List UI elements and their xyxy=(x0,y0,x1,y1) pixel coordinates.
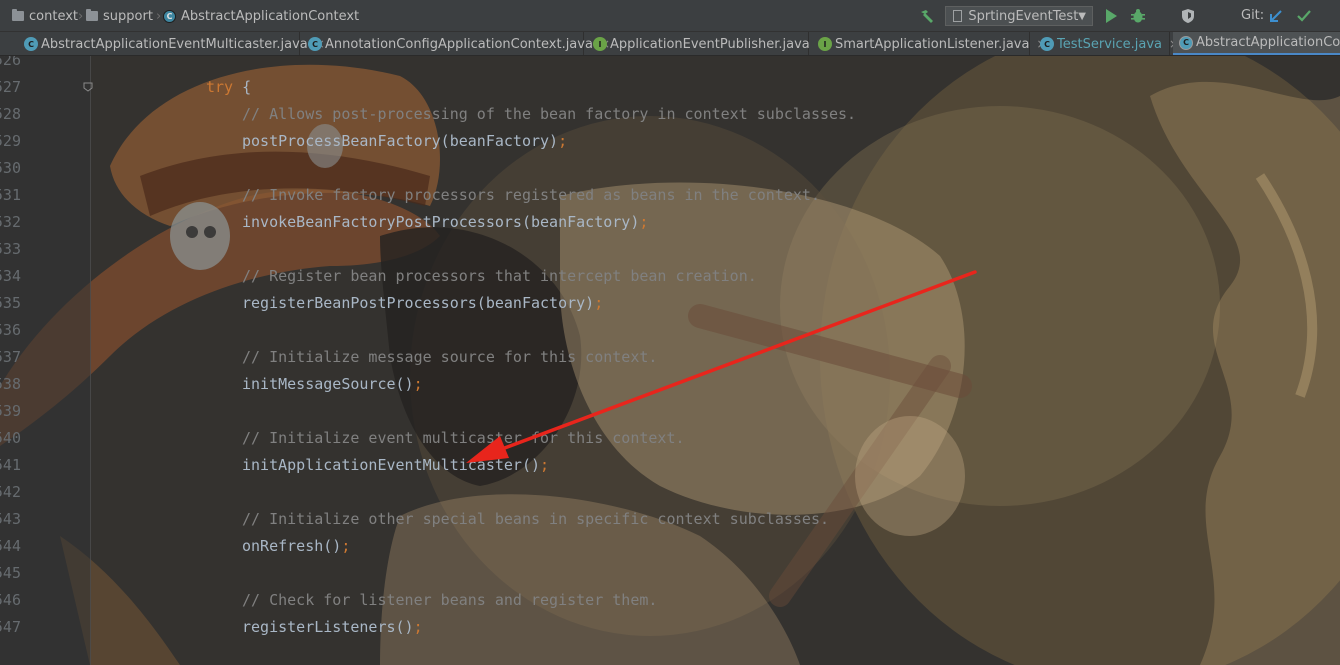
build-hammer-icon[interactable] xyxy=(918,8,936,24)
tab-abstractapplicationeventmulticaster[interactable]: C AbstractApplicationEventMulticaster.ja… xyxy=(18,32,325,55)
git-label: Git: xyxy=(1241,8,1265,23)
code-editor[interactable]: 526 527 528 529 530 531 532 533 534 535 … xyxy=(0,56,1340,665)
line-number: 538 xyxy=(0,375,21,393)
line-number: 526 xyxy=(0,56,21,69)
folder-icon xyxy=(86,9,98,21)
tab-annotationconfigapplicationcontext[interactable]: C AnnotationConfigApplicationContext.jav… xyxy=(302,32,610,55)
breadcrumb-label: AbstractApplicationContext xyxy=(181,8,360,24)
semicolon: ; xyxy=(594,294,604,312)
breadcrumb-context[interactable]: context xyxy=(12,0,78,32)
code-statement[interactable]: postProcessBeanFactory(beanFactory); xyxy=(242,128,567,155)
git-commit-check-icon[interactable] xyxy=(1296,8,1312,24)
breadcrumb-label: support xyxy=(103,8,153,24)
code-comment[interactable]: // Invoke factory processors registered … xyxy=(242,182,820,209)
code-statement[interactable]: onRefresh(); xyxy=(242,533,350,560)
navigation-bar: context › support › C AbstractApplicatio… xyxy=(0,0,1340,32)
method-call: registerBeanPostProcessors(beanFactory) xyxy=(242,294,595,312)
tab-label: AnnotationConfigApplicationContext.java xyxy=(325,36,593,52)
run-config-label: SprtingEventTest xyxy=(968,8,1079,24)
editor-background-image xyxy=(0,56,1340,665)
code-comment[interactable]: // Check for listener beans and register… xyxy=(242,587,657,614)
method-call: initMessageSource() xyxy=(242,375,414,393)
interface-icon: I xyxy=(818,37,832,51)
class-icon: C xyxy=(24,37,38,51)
semicolon: ; xyxy=(558,132,568,150)
semicolon: ; xyxy=(413,618,423,636)
code-comment[interactable]: // Register bean processors that interce… xyxy=(242,263,757,290)
line-number: 536 xyxy=(0,321,21,339)
class-icon: C xyxy=(1179,35,1193,50)
line-number: 539 xyxy=(0,402,21,420)
method-call: registerListeners() xyxy=(242,618,414,636)
code-line-try[interactable]: try { xyxy=(206,74,251,101)
line-number: 547 xyxy=(0,618,21,636)
line-number: 527 xyxy=(0,78,21,96)
tab-label: ApplicationEventPublisher.java xyxy=(610,36,810,52)
semicolon: ; xyxy=(540,456,550,474)
code-comment[interactable]: // Initialize other special beans in spe… xyxy=(242,506,829,533)
line-number: 540 xyxy=(0,429,21,447)
semicolon: ; xyxy=(413,375,423,393)
breadcrumb-abstractapplicationcontext[interactable]: C AbstractApplicationContext xyxy=(163,0,359,32)
tab-testservice[interactable]: C TestService.java × xyxy=(1034,32,1179,55)
dropdown-arrow-icon: ▼ xyxy=(1078,10,1086,22)
method-call: invokeBeanFactoryPostProcessors(beanFact… xyxy=(242,213,640,231)
code-statement[interactable]: registerListeners(); xyxy=(242,614,423,641)
semicolon: ; xyxy=(341,537,351,555)
coverage-shield-icon[interactable] xyxy=(1180,8,1196,24)
line-number: 529 xyxy=(0,132,21,150)
code-comment[interactable]: // Initialize message source for this co… xyxy=(242,344,657,371)
method-call: postProcessBeanFactory(beanFactory) xyxy=(242,132,559,150)
run-icon[interactable] xyxy=(1106,9,1117,23)
open-brace: { xyxy=(233,78,252,96)
tab-label: SmartApplicationListener.java xyxy=(835,36,1030,52)
line-number: 534 xyxy=(0,267,21,285)
git-update-arrow-icon[interactable] xyxy=(1268,8,1284,24)
code-statement[interactable]: registerBeanPostProcessors(beanFactory); xyxy=(242,290,603,317)
line-number: 543 xyxy=(0,510,21,528)
line-number: 541 xyxy=(0,456,21,474)
code-comment[interactable]: // Initialize event multicaster for this… xyxy=(242,425,685,452)
breadcrumb-label: context xyxy=(29,8,78,24)
code-comment[interactable]: // Allows post-processing of the bean fa… xyxy=(242,101,856,128)
interface-icon: I xyxy=(593,37,607,51)
code-statement-highlighted[interactable]: initApplicationEventMulticaster(); xyxy=(242,452,549,479)
folder-icon xyxy=(12,9,24,21)
line-number: 546 xyxy=(0,591,21,609)
run-config-icon xyxy=(953,10,963,22)
line-number: 532 xyxy=(0,213,21,231)
tab-label: TestService.java xyxy=(1057,36,1163,52)
tab-applicationeventpublisher[interactable]: I ApplicationEventPublisher.java × xyxy=(587,32,827,55)
code-statement[interactable]: initMessageSource(); xyxy=(242,371,423,398)
breadcrumb-support[interactable]: support xyxy=(86,0,153,32)
line-number: 535 xyxy=(0,294,21,312)
method-call: onRefresh() xyxy=(242,537,342,555)
tab-abstractapplicationcontext[interactable]: C AbstractApplicationContext.java xyxy=(1173,32,1340,55)
line-number: 545 xyxy=(0,564,21,582)
editor-tab-bar: C AbstractApplicationEventMulticaster.ja… xyxy=(0,32,1340,56)
tab-smartapplicationlistener[interactable]: I SmartApplicationListener.java × xyxy=(812,32,1047,55)
fold-marker-icon[interactable] xyxy=(83,82,93,92)
tab-label: AbstractApplicationEventMulticaster.java xyxy=(41,36,308,52)
code-statement[interactable]: invokeBeanFactoryPostProcessors(beanFact… xyxy=(242,209,648,236)
method-call: initApplicationEventMulticaster() xyxy=(242,456,541,474)
class-icon: C xyxy=(1040,37,1054,51)
line-number: 542 xyxy=(0,483,21,501)
line-number: 528 xyxy=(0,105,21,123)
line-number: 544 xyxy=(0,537,21,555)
run-configuration-select[interactable]: SprtingEventTest ▼ xyxy=(945,6,1093,26)
class-icon: C xyxy=(163,9,176,23)
line-number: 537 xyxy=(0,348,21,366)
line-number: 531 xyxy=(0,186,21,204)
debug-bug-icon[interactable] xyxy=(1130,8,1146,24)
keyword-try: try xyxy=(206,78,234,96)
semicolon: ; xyxy=(639,213,649,231)
tab-label: AbstractApplicationContext.java xyxy=(1196,35,1340,50)
class-icon: C xyxy=(308,37,322,51)
line-number: 530 xyxy=(0,159,21,177)
line-number: 533 xyxy=(0,240,21,258)
